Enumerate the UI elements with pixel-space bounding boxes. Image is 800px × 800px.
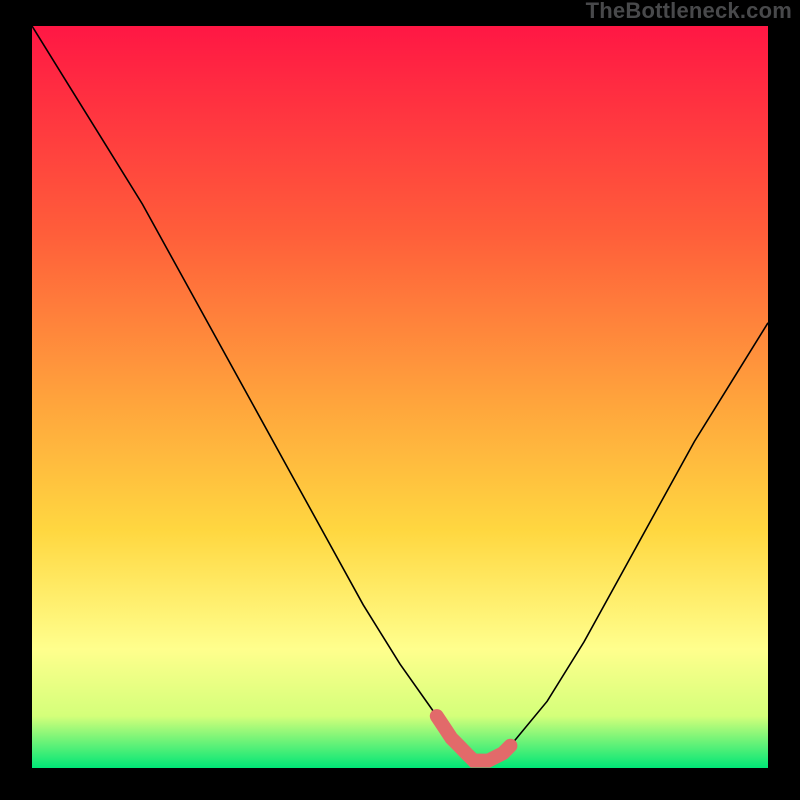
gradient-background xyxy=(32,26,768,768)
bottleneck-chart: TheBottleneck.com xyxy=(0,0,800,800)
chart-svg xyxy=(32,26,768,768)
plot-area xyxy=(32,26,768,768)
watermark: TheBottleneck.com xyxy=(586,0,792,24)
